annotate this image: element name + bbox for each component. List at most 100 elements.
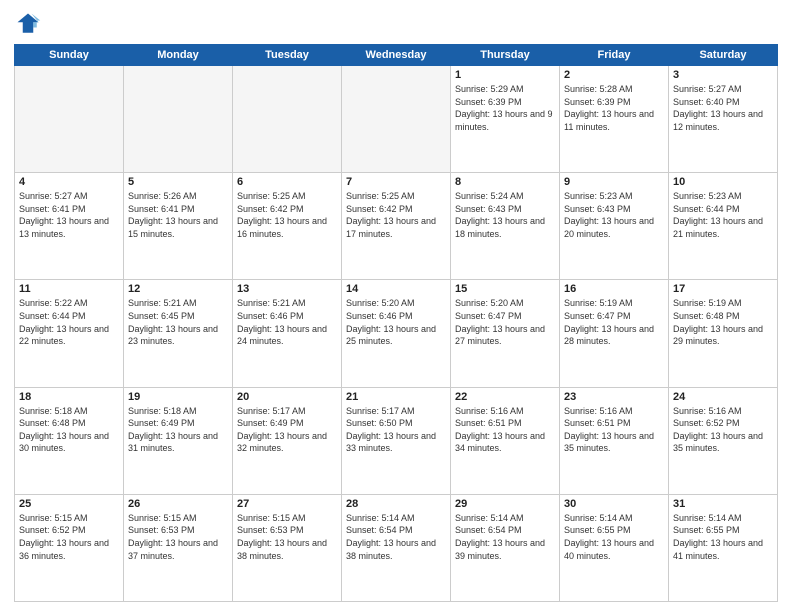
header <box>14 10 778 38</box>
day-info: Sunrise: 5:24 AMSunset: 6:43 PMDaylight:… <box>455 190 555 240</box>
day-info: Sunrise: 5:22 AMSunset: 6:44 PMDaylight:… <box>19 297 119 347</box>
day-info: Sunrise: 5:14 AMSunset: 6:54 PMDaylight:… <box>346 512 446 562</box>
day-number: 29 <box>455 498 555 510</box>
calendar-cell: 22Sunrise: 5:16 AMSunset: 6:51 PMDayligh… <box>451 387 560 494</box>
day-number: 3 <box>673 69 773 81</box>
day-info: Sunrise: 5:18 AMSunset: 6:48 PMDaylight:… <box>19 405 119 455</box>
calendar-cell: 14 Sunrise: 5:20 AMSunset: 6:46 PMDayligh… <box>342 280 451 387</box>
day-info: Sunrise: 5:26 AMSunset: 6:41 PMDaylight:… <box>128 190 228 240</box>
day-number: 11 <box>19 283 119 295</box>
day-header-tuesday: Tuesday <box>233 45 342 66</box>
day-info: Sunrise: 5:19 AMSunset: 6:48 PMDaylight:… <box>673 297 773 347</box>
day-info: Sunrise: 5:23 AMSunset: 6:43 PMDaylight:… <box>564 190 664 240</box>
calendar-cell: 12Sunrise: 5:21 AMSunset: 6:45 PMDayligh… <box>124 280 233 387</box>
day-number: 22 <box>455 391 555 403</box>
day-info: Sunrise: 5:28 AMSunset: 6:39 PMDaylight:… <box>564 83 664 133</box>
day-number: 24 <box>673 391 773 403</box>
day-info: Sunrise: 5:25 AMSunset: 6:42 PMDaylight:… <box>237 190 337 240</box>
calendar-cell: 31 Sunrise: 5:14 AMSunset: 6:55 PMDayligh… <box>669 494 778 601</box>
day-info: Sunrise: 5:15 AMSunset: 6:53 PMDaylight:… <box>128 512 228 562</box>
day-number: 12 <box>128 283 228 295</box>
day-info: Sunrise: 5:20 AMSunset: 6:46 PMDaylight:… <box>346 297 446 347</box>
logo <box>14 10 46 38</box>
calendar-cell: 13 Sunrise: 5:21 AMSunset: 6:46 PMDayligh… <box>233 280 342 387</box>
calendar-cell: 1 Sunrise: 5:29 AMSunset: 6:39 PMDaylight… <box>451 66 560 173</box>
day-info: Sunrise: 5:25 AMSunset: 6:42 PMDaylight:… <box>346 190 446 240</box>
calendar-cell: 2 Sunrise: 5:28 AMSunset: 6:39 PMDaylight… <box>560 66 669 173</box>
calendar-cell: 8 Sunrise: 5:24 AMSunset: 6:43 PMDaylight… <box>451 173 560 280</box>
calendar-cell <box>233 66 342 173</box>
day-number: 28 <box>346 498 446 510</box>
day-header-saturday: Saturday <box>669 45 778 66</box>
calendar-cell: 26 Sunrise: 5:15 AMSunset: 6:53 PMDayligh… <box>124 494 233 601</box>
day-number: 6 <box>237 176 337 188</box>
day-number: 5 <box>128 176 228 188</box>
calendar-cell: 28 Sunrise: 5:14 AMSunset: 6:54 PMDayligh… <box>342 494 451 601</box>
calendar-cell: 10 Sunrise: 5:23 AMSunset: 6:44 PMDayligh… <box>669 173 778 280</box>
day-number: 26 <box>128 498 228 510</box>
day-info: Sunrise: 5:15 AMSunset: 6:52 PMDaylight:… <box>19 512 119 562</box>
day-number: 7 <box>346 176 446 188</box>
day-info: Sunrise: 5:14 AMSunset: 6:54 PMDaylight:… <box>455 512 555 562</box>
day-info: Sunrise: 5:15 AMSunset: 6:53 PMDaylight:… <box>237 512 337 562</box>
day-info: Sunrise: 5:27 AMSunset: 6:40 PMDaylight:… <box>673 83 773 133</box>
day-number: 30 <box>564 498 664 510</box>
day-header-wednesday: Wednesday <box>342 45 451 66</box>
day-number: 18 <box>19 391 119 403</box>
page: SundayMondayTuesdayWednesdayThursdayFrid… <box>0 0 792 612</box>
day-number: 19 <box>128 391 228 403</box>
calendar-cell: 11 Sunrise: 5:22 AMSunset: 6:44 PMDayligh… <box>15 280 124 387</box>
calendar-cell: 20 Sunrise: 5:17 AMSunset: 6:49 PMDayligh… <box>233 387 342 494</box>
calendar-cell: 7 Sunrise: 5:25 AMSunset: 6:42 PMDaylight… <box>342 173 451 280</box>
day-number: 31 <box>673 498 773 510</box>
calendar-table: SundayMondayTuesdayWednesdayThursdayFrid… <box>14 44 778 602</box>
calendar-cell: 9 Sunrise: 5:23 AMSunset: 6:43 PMDaylight… <box>560 173 669 280</box>
day-number: 2 <box>564 69 664 81</box>
day-info: Sunrise: 5:16 AMSunset: 6:52 PMDaylight:… <box>673 405 773 455</box>
calendar-cell: 6 Sunrise: 5:25 AMSunset: 6:42 PMDaylight… <box>233 173 342 280</box>
day-header-friday: Friday <box>560 45 669 66</box>
calendar-cell: 21Sunrise: 5:17 AMSunset: 6:50 PMDayligh… <box>342 387 451 494</box>
day-number: 21 <box>346 391 446 403</box>
calendar-cell <box>124 66 233 173</box>
day-info: Sunrise: 5:20 AMSunset: 6:47 PMDaylight:… <box>455 297 555 347</box>
calendar-cell: 3 Sunrise: 5:27 AMSunset: 6:40 PMDaylight… <box>669 66 778 173</box>
calendar-cell <box>342 66 451 173</box>
day-number: 14 <box>346 283 446 295</box>
day-number: 9 <box>564 176 664 188</box>
day-info: Sunrise: 5:17 AMSunset: 6:49 PMDaylight:… <box>237 405 337 455</box>
day-info: Sunrise: 5:21 AMSunset: 6:46 PMDaylight:… <box>237 297 337 347</box>
calendar-cell: 30 Sunrise: 5:14 AMSunset: 6:55 PMDayligh… <box>560 494 669 601</box>
day-number: 1 <box>455 69 555 81</box>
calendar-cell: 18 Sunrise: 5:18 AMSunset: 6:48 PMDayligh… <box>15 387 124 494</box>
day-number: 17 <box>673 283 773 295</box>
day-info: Sunrise: 5:19 AMSunset: 6:47 PMDaylight:… <box>564 297 664 347</box>
calendar-cell <box>15 66 124 173</box>
day-info: Sunrise: 5:27 AMSunset: 6:41 PMDaylight:… <box>19 190 119 240</box>
day-info: Sunrise: 5:14 AMSunset: 6:55 PMDaylight:… <box>673 512 773 562</box>
calendar-cell: 23 Sunrise: 5:16 AMSunset: 6:51 PMDayligh… <box>560 387 669 494</box>
calendar-cell: 27 Sunrise: 5:15 AMSunset: 6:53 PMDayligh… <box>233 494 342 601</box>
day-info: Sunrise: 5:23 AMSunset: 6:44 PMDaylight:… <box>673 190 773 240</box>
calendar-cell: 5 Sunrise: 5:26 AMSunset: 6:41 PMDaylight… <box>124 173 233 280</box>
day-number: 25 <box>19 498 119 510</box>
calendar-cell: 4Sunrise: 5:27 AMSunset: 6:41 PMDaylight… <box>15 173 124 280</box>
day-header-monday: Monday <box>124 45 233 66</box>
day-number: 27 <box>237 498 337 510</box>
day-info: Sunrise: 5:16 AMSunset: 6:51 PMDaylight:… <box>564 405 664 455</box>
day-number: 23 <box>564 391 664 403</box>
day-number: 13 <box>237 283 337 295</box>
day-header-sunday: Sunday <box>15 45 124 66</box>
calendar-cell: 16Sunrise: 5:19 AMSunset: 6:47 PMDayligh… <box>560 280 669 387</box>
day-number: 8 <box>455 176 555 188</box>
day-header-thursday: Thursday <box>451 45 560 66</box>
calendar-cell: 25 Sunrise: 5:15 AMSunset: 6:52 PMDayligh… <box>15 494 124 601</box>
day-info: Sunrise: 5:29 AMSunset: 6:39 PMDaylight:… <box>455 83 555 133</box>
day-number: 20 <box>237 391 337 403</box>
calendar-cell: 19Sunrise: 5:18 AMSunset: 6:49 PMDayligh… <box>124 387 233 494</box>
day-info: Sunrise: 5:14 AMSunset: 6:55 PMDaylight:… <box>564 512 664 562</box>
calendar-cell: 24 Sunrise: 5:16 AMSunset: 6:52 PMDayligh… <box>669 387 778 494</box>
calendar-cell: 17 Sunrise: 5:19 AMSunset: 6:48 PMDayligh… <box>669 280 778 387</box>
calendar-cell: 15Sunrise: 5:20 AMSunset: 6:47 PMDayligh… <box>451 280 560 387</box>
day-number: 10 <box>673 176 773 188</box>
